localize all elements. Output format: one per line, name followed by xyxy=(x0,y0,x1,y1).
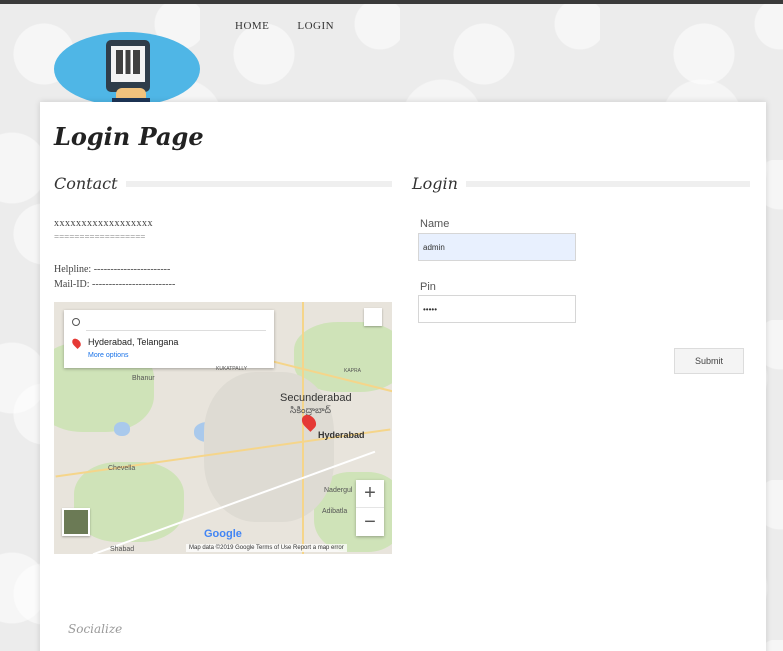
submit-button[interactable]: Submit xyxy=(674,348,744,374)
google-logo: Google xyxy=(204,528,242,540)
main-nav: HOME LOGIN xyxy=(235,20,334,32)
satellite-toggle[interactable] xyxy=(62,508,90,536)
page-title: Login Page xyxy=(54,122,204,151)
label-shabad: Shabad xyxy=(110,546,135,553)
pin-field[interactable] xyxy=(418,295,576,323)
label-secunderabad: Secunderabad xyxy=(280,392,352,404)
pin-label: Pin xyxy=(420,281,436,293)
nav-login-link[interactable]: LOGIN xyxy=(297,20,334,32)
site-logo[interactable] xyxy=(54,28,200,104)
contact-section-heading: Contact xyxy=(54,174,392,193)
zoom-control: + − xyxy=(356,480,384,536)
divider xyxy=(465,180,750,187)
map-attribution[interactable]: Map data ©2019 Google Terms of Use Repor… xyxy=(186,544,347,552)
directions-card[interactable]: Hyderabad, Telangana More options xyxy=(64,310,274,368)
divider xyxy=(125,180,392,187)
destination-text: Hyderabad, Telangana xyxy=(88,337,179,347)
top-bar xyxy=(0,0,783,4)
name-label: Name xyxy=(420,218,450,230)
login-section-heading: Login xyxy=(412,174,750,193)
map-pin-icon xyxy=(70,336,83,350)
origin-icon xyxy=(72,318,80,326)
contact-line-1: xxxxxxxxxxxxxxxxxx xyxy=(54,218,153,229)
helpline-text: Helpline: ----------------------- xyxy=(54,264,171,275)
socialize-heading: Socialize xyxy=(68,622,123,636)
label-hyderabad: Hyderabad xyxy=(318,430,365,440)
label-adibatla: Adibatla xyxy=(322,508,348,515)
zoom-in-button[interactable]: + xyxy=(356,480,384,508)
label-bhanur: Bhanur xyxy=(132,375,155,382)
embedded-map[interactable]: Hyderabad, Telangana More options Secund… xyxy=(54,302,392,554)
qr-code-icon xyxy=(116,50,140,74)
more-options-link[interactable]: More options xyxy=(88,352,128,359)
zoom-out-button[interactable]: − xyxy=(356,508,384,536)
label-kapra: KAPRA xyxy=(344,368,361,374)
fullscreen-button[interactable] xyxy=(364,308,382,326)
mail-id-text: Mail-ID: ------------------------- xyxy=(54,279,176,290)
name-field[interactable] xyxy=(418,233,576,261)
label-chevella: Chevella xyxy=(108,465,136,472)
label-kukatpally: KUKATPALLY xyxy=(216,366,248,372)
nav-home-link[interactable]: HOME xyxy=(235,20,269,32)
contact-line-2: ================== xyxy=(54,232,146,242)
main-card: Login Page Contact xxxxxxxxxxxxxxxxxx ==… xyxy=(40,102,766,651)
label-nadergul: Nadergul xyxy=(324,487,353,494)
